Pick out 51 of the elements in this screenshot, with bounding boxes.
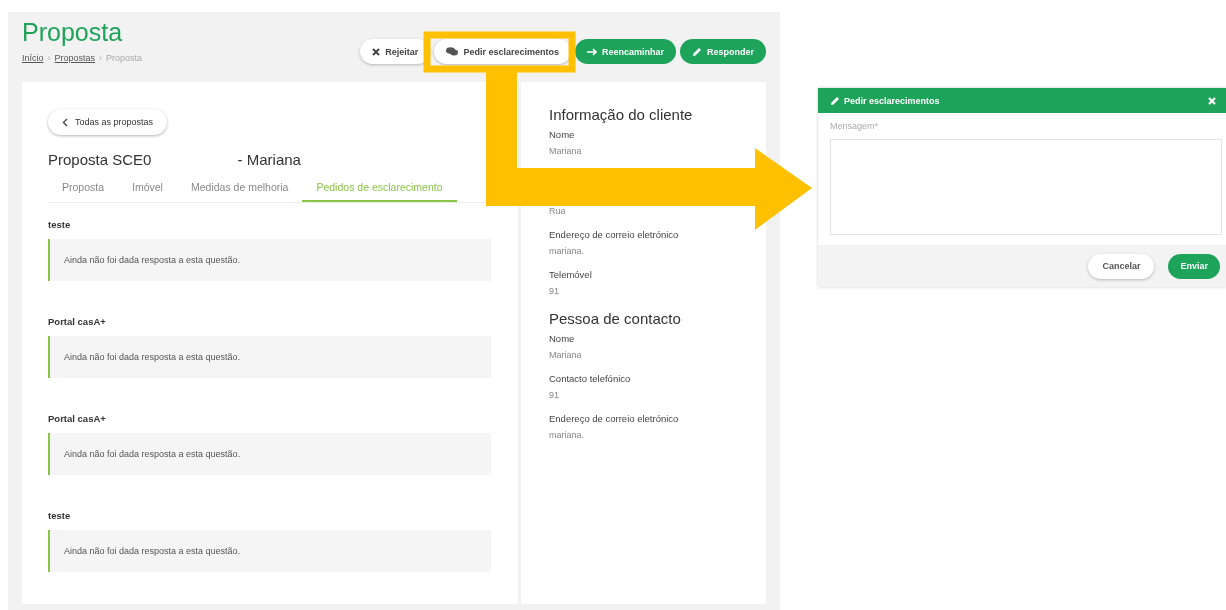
field-label: Contacto telefónico: [549, 373, 632, 384]
chevron-left-icon: [62, 117, 68, 127]
field-value: mariana.: [549, 246, 585, 256]
field-label: Nome: [549, 333, 576, 344]
close-icon[interactable]: [1208, 96, 1216, 105]
arrow-right-icon: [586, 47, 597, 56]
section-title: Pessoa de contacto: [549, 310, 682, 327]
answer-text: Ainda não foi dada resposta a esta questão.: [64, 449, 241, 459]
breadcrumb-link[interactable]: Propostas: [54, 53, 96, 63]
question-title: Portal casA+: [48, 316, 107, 327]
ask-button[interactable]: Pedir esclarecimentos: [434, 39, 571, 64]
message-label: Mensagem*: [830, 121, 880, 131]
tab[interactable]: Medidas de melhoria: [176, 176, 303, 202]
page-title: Proposta: [22, 18, 124, 47]
field-value: Rua: [549, 206, 567, 216]
chat-icon: [446, 47, 459, 56]
proposal-code: Proposta SCE0: [48, 151, 152, 168]
answer-text: Ainda não foi dada resposta a esta questão.: [64, 352, 241, 362]
pencil-icon: [692, 46, 702, 57]
field-value: mariana.: [549, 430, 585, 440]
breadcrumb-link[interactable]: Início: [22, 53, 44, 63]
field-label: Endereço de correio eletrónico: [549, 229, 680, 240]
client-name: - Mariana: [237, 151, 301, 168]
field-label: Telemóvel: [549, 269, 593, 280]
question-title: Portal casA+: [48, 413, 107, 424]
section-title: Informação do cliente: [549, 106, 694, 123]
tab[interactable]: Pedidos de esclarecimento: [302, 176, 457, 202]
field-value: 91: [549, 286, 560, 296]
breadcrumb-current: Proposta: [106, 53, 143, 63]
dialog-title: Pedir esclarecimentos: [844, 95, 940, 106]
answer-text: Ainda não foi dada resposta a esta questão.: [64, 255, 241, 265]
breadcrumb-separator: ›: [47, 53, 51, 63]
back-button[interactable]: Todas as propostas: [48, 109, 168, 135]
breadcrumb-separator: ›: [99, 53, 103, 63]
tab[interactable]: Imóvel: [118, 176, 177, 202]
forward-button[interactable]: Reencaminhar: [574, 39, 676, 64]
question-title: teste: [48, 510, 72, 521]
pencil-icon: [830, 95, 840, 106]
send-button[interactable]: Enviar: [1168, 253, 1220, 279]
field-value: Mariana: [549, 146, 583, 156]
cancel-button[interactable]: Cancelar: [1088, 253, 1155, 279]
field-label: Nome: [549, 129, 576, 140]
field-label: Endereço de correio eletrónico: [549, 413, 680, 424]
close-icon: [372, 47, 381, 56]
answer-text: Ainda não foi dada resposta a esta questão.: [64, 546, 241, 556]
question-title: teste: [48, 219, 72, 230]
tab[interactable]: Proposta: [48, 176, 119, 202]
message-field[interactable]: [830, 139, 1222, 235]
reply-button[interactable]: Responder: [680, 39, 766, 64]
field-value: 91: [549, 390, 560, 400]
field-value: Mariana: [549, 350, 583, 360]
